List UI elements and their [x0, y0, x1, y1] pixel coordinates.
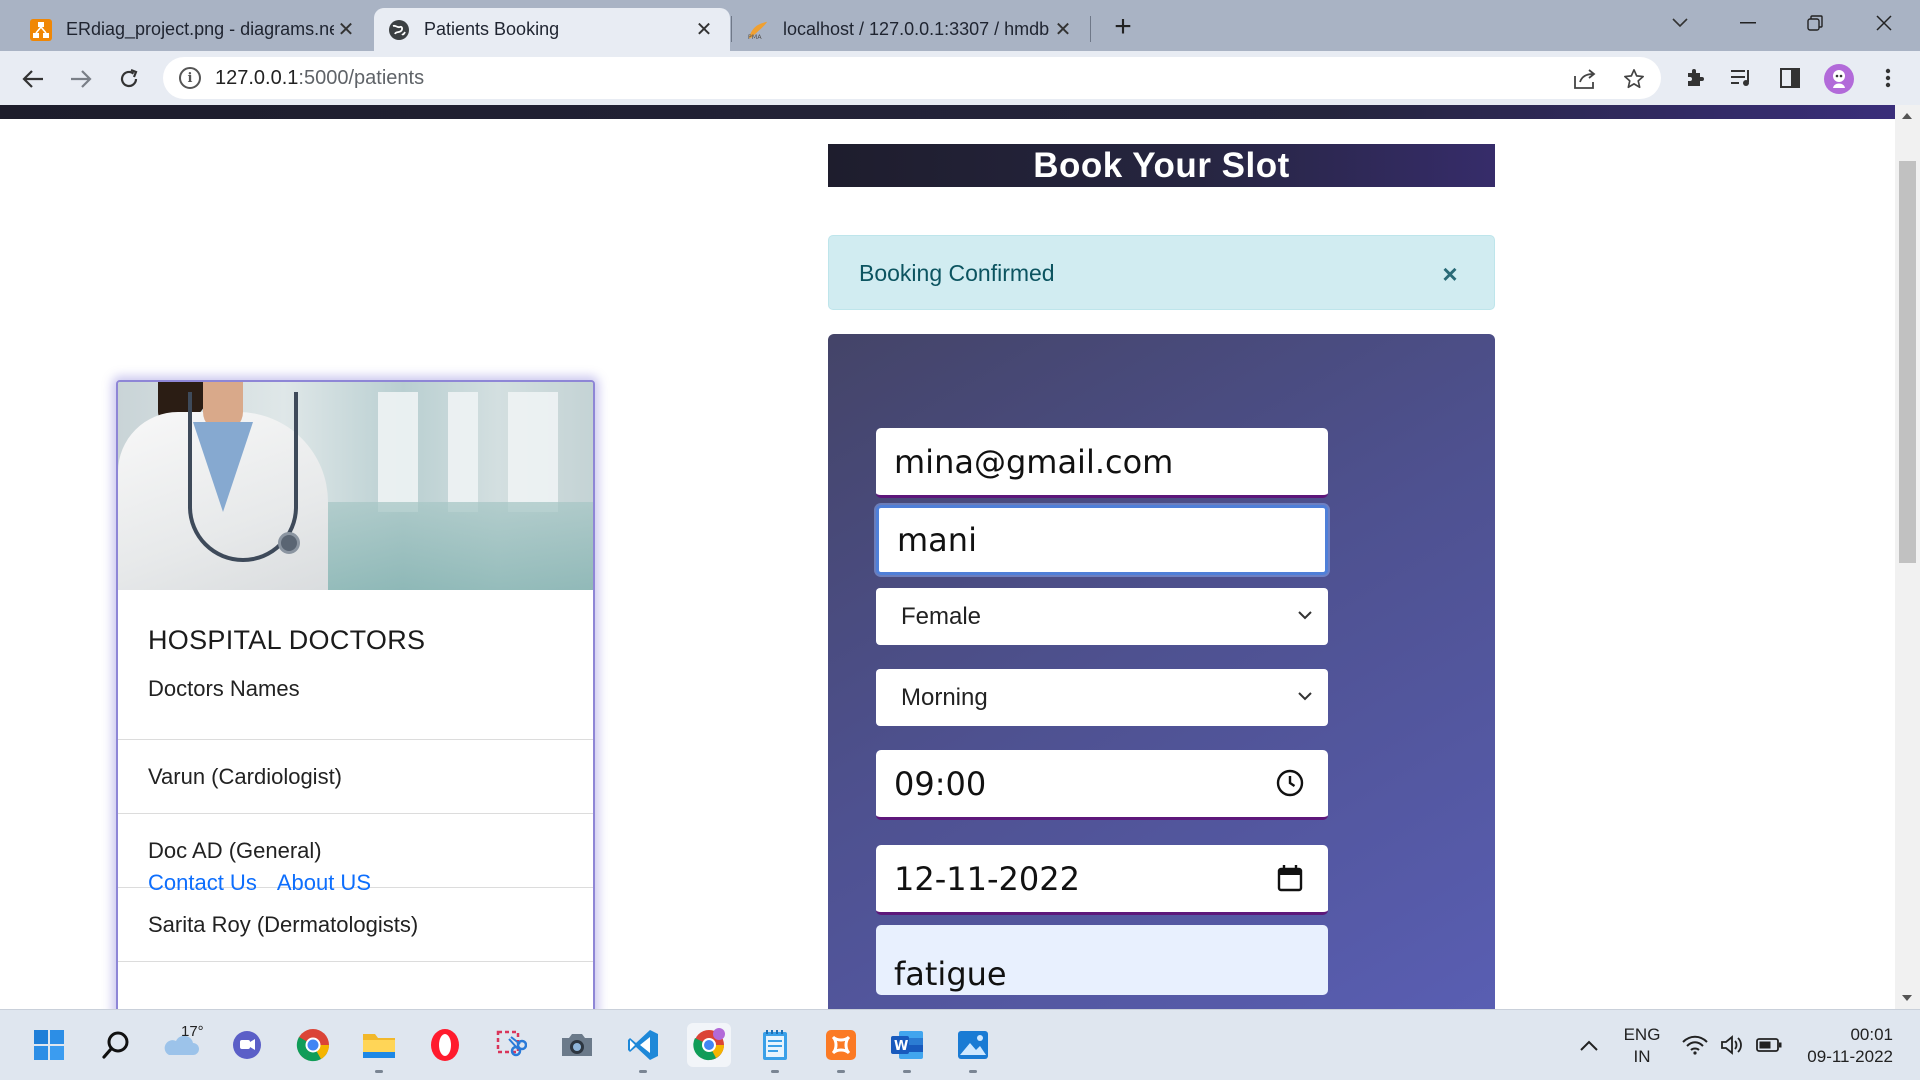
tab-phpmyadmin[interactable]: PMA localhost / 127.0.0.1:3307 / hmdb ✕: [733, 8, 1089, 51]
tray-chevron-up-icon[interactable]: [1569, 1023, 1609, 1067]
close-icon[interactable]: ✕: [692, 18, 716, 42]
phpmyadmin-icon: PMA: [747, 19, 769, 41]
xampp-icon[interactable]: [819, 1023, 863, 1073]
tab-search-icon[interactable]: [1660, 6, 1700, 40]
list-item: Varun (Cardiologist): [118, 739, 593, 813]
doctor-photo: [118, 382, 593, 590]
list-item: Sarita Roy (Dermatologists): [118, 887, 593, 961]
word-icon[interactable]: W: [885, 1023, 929, 1073]
address-bar[interactable]: i 127.0.0.1:5000/patients: [163, 57, 1661, 99]
camera-icon[interactable]: [555, 1023, 599, 1067]
calendar-icon[interactable]: [1274, 862, 1306, 894]
card-links: Contact Us About US: [148, 870, 371, 896]
card-subtitle: Doctors Names: [148, 676, 300, 701]
clock-date: 09-11-2022: [1807, 1047, 1893, 1066]
vscode-icon[interactable]: [621, 1023, 665, 1073]
shift-select[interactable]: Morning: [876, 669, 1328, 726]
tab-title: ERdiag_project.png - diagrams.net: [66, 19, 334, 39]
tab-separator: [1090, 16, 1091, 42]
media-control-icon[interactable]: [1726, 63, 1756, 93]
clock-icon[interactable]: [1274, 767, 1306, 799]
about-us-link[interactable]: About US: [277, 870, 371, 896]
gender-select[interactable]: Female: [876, 588, 1328, 645]
restore-icon[interactable]: [1795, 6, 1835, 40]
tab-title: Patients Booking: [424, 19, 560, 39]
extensions-icon[interactable]: [1680, 63, 1710, 93]
contact-us-link[interactable]: Contact Us: [148, 870, 257, 896]
menu-kebab-icon[interactable]: [1873, 63, 1903, 93]
symptoms-field[interactable]: fatigue: [876, 925, 1328, 995]
gender-value: Female: [901, 602, 982, 630]
svg-text:W: W: [894, 1039, 908, 1054]
tab-title: localhost / 127.0.0.1:3307 / hmdb: [783, 19, 1050, 39]
photos-icon[interactable]: [951, 1023, 995, 1073]
share-icon[interactable]: [1572, 66, 1598, 92]
time-field[interactable]: 09:00: [876, 750, 1328, 820]
booking-form: mina@gmail.com mani Female Morning 09:00…: [828, 334, 1495, 1009]
chevron-down-icon: [1294, 604, 1316, 626]
chrome-active-icon[interactable]: [687, 1023, 731, 1067]
scrollbar-thumb[interactable]: [1899, 161, 1916, 563]
browser-tabstrip: ERdiag_project.png - diagrams.net ✕ Pati…: [0, 0, 1920, 51]
email-value: mina@gmail.com: [894, 442, 1174, 481]
clock-time: 00:01: [1850, 1025, 1893, 1044]
time-value: 09:00: [894, 764, 987, 803]
opera-icon[interactable]: [423, 1023, 467, 1067]
name-field[interactable]: mani: [876, 505, 1328, 575]
weather-temperature: 17°: [181, 1023, 204, 1040]
forward-arrow-icon[interactable]: [61, 59, 101, 99]
alert-close-button[interactable]: ×: [1436, 259, 1464, 289]
card-title: HOSPITAL DOCTORS: [148, 625, 426, 655]
scroll-down-icon[interactable]: [1902, 995, 1912, 1001]
bookmark-star-icon[interactable]: [1621, 66, 1647, 92]
new-tab-button[interactable]: +: [1106, 10, 1140, 44]
page-scrollbar[interactable]: [1895, 105, 1920, 1009]
date-value: 12-11-2022: [894, 859, 1080, 898]
name-value: mani: [897, 521, 977, 559]
tab-separator: [731, 16, 732, 42]
alert-message: Booking Confirmed: [859, 260, 1055, 286]
battery-icon[interactable]: [1749, 1023, 1789, 1067]
language-indicator[interactable]: ENG IN: [1618, 1024, 1666, 1068]
tab-erdiag[interactable]: ERdiag_project.png - diagrams.net ✕: [16, 8, 372, 51]
volume-icon[interactable]: [1712, 1023, 1752, 1067]
minimize-icon[interactable]: [1728, 6, 1768, 40]
symptoms-value: fatigue: [894, 955, 1007, 993]
file-explorer-icon[interactable]: [357, 1023, 401, 1073]
shift-value: Morning: [901, 683, 988, 711]
email-field[interactable]: mina@gmail.com: [876, 428, 1328, 498]
profile-avatar[interactable]: [1824, 64, 1854, 94]
drawio-icon: [30, 18, 52, 41]
close-icon[interactable]: ✕: [334, 18, 358, 42]
teams-chat-icon[interactable]: [225, 1023, 269, 1067]
list-item-footer: [118, 961, 593, 1009]
system-clock[interactable]: 00:01 09-11-2022: [1797, 1024, 1893, 1068]
tab-patients-booking[interactable]: Patients Booking ✕: [374, 8, 730, 51]
date-field[interactable]: 12-11-2022: [876, 845, 1328, 915]
side-panel-icon[interactable]: [1775, 63, 1805, 93]
chrome-icon[interactable]: [291, 1023, 335, 1067]
back-arrow-icon[interactable]: [13, 59, 53, 99]
search-icon[interactable]: [94, 1023, 138, 1067]
chevron-down-icon: [1294, 685, 1316, 707]
close-icon[interactable]: ✕: [1051, 18, 1075, 42]
snipping-tool-icon[interactable]: [489, 1023, 533, 1067]
browser-toolbar: i 127.0.0.1:5000/patients: [0, 51, 1920, 105]
navbar-strip: [0, 105, 1895, 119]
taskbar: 17° W ENG IN 00:01 09-11-2022: [0, 1009, 1920, 1080]
wifi-icon[interactable]: [1675, 1023, 1715, 1067]
svg-text:PMA: PMA: [748, 33, 762, 41]
success-alert: Booking Confirmed ×: [828, 235, 1495, 310]
globe-icon: [388, 19, 410, 41]
notepad-icon[interactable]: [753, 1023, 797, 1073]
doctors-card: HOSPITAL DOCTORS Doctors Names Varun (Ca…: [116, 380, 595, 1009]
address-url: 127.0.0.1:5000/patients: [215, 66, 425, 89]
info-icon[interactable]: i: [179, 67, 201, 89]
page-title: Book Your Slot: [828, 144, 1495, 187]
reload-icon[interactable]: [109, 59, 149, 99]
window-close-icon[interactable]: [1864, 6, 1904, 40]
page-viewport: HOSPITAL DOCTORS Doctors Names Varun (Ca…: [0, 105, 1895, 1009]
windows-start-icon[interactable]: [27, 1023, 71, 1067]
scroll-up-icon[interactable]: [1902, 113, 1912, 119]
